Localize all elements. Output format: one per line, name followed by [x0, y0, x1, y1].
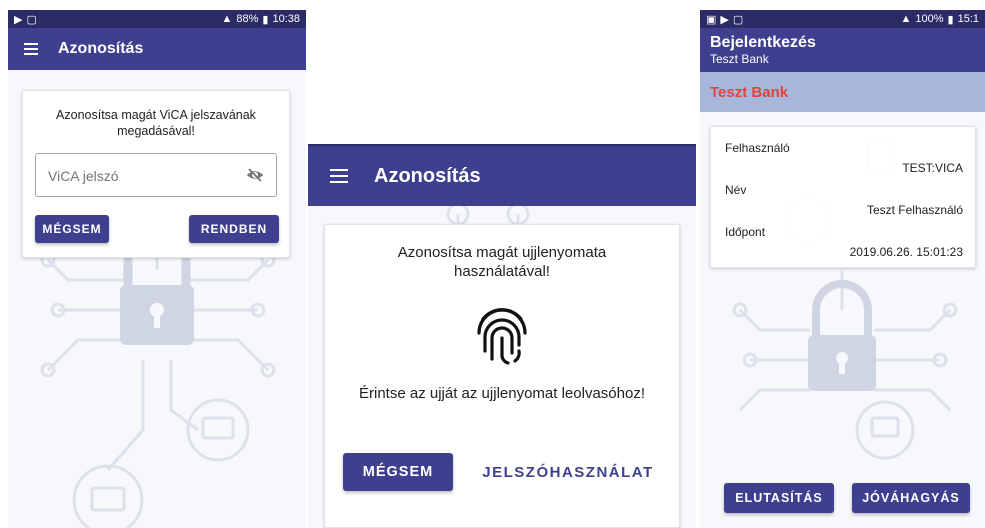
app-bar: Azonosítás: [308, 144, 696, 206]
hamburger-icon[interactable]: [330, 169, 348, 183]
password-screen: ▶ ▢ ▲ 88% ▮ 10:38 Azonosítás Azonosítsa m…: [8, 10, 306, 528]
app-bar: Azonosítás: [8, 28, 306, 70]
fingerprint-icon: [477, 308, 527, 365]
field-value-user: TEST:VICA: [902, 161, 963, 175]
fingerprint-screen: Azonosítás Azonosítsa magát ujjlenyomata…: [308, 144, 696, 528]
field-value-time: 2019.06.26. 15:01:23: [849, 245, 963, 259]
page-title: Azonosítás: [374, 164, 481, 187]
instruction-text: Érintse az ujját az ujjlenyomat leolvasó…: [359, 385, 645, 402]
password-field[interactable]: [35, 153, 277, 197]
approve-button[interactable]: JÓVÁHAGYÁS: [852, 483, 970, 513]
battery-level: 88%: [236, 13, 259, 25]
status-bar: ▶ ▢ ▲ 88% ▮ 10:38: [8, 10, 306, 28]
page-title: Azonosítás: [58, 40, 144, 57]
password-card: Azonosítsa magát ViCA jelszavának megadá…: [22, 90, 290, 258]
battery-icon: ▮: [947, 13, 954, 26]
clock: 10:38: [272, 13, 300, 25]
page-title: Bejelentkezés: [710, 34, 816, 51]
bank-strip: Teszt Bank: [700, 72, 985, 112]
ok-button[interactable]: RENDBEN: [189, 215, 279, 243]
field-label-name: Név: [725, 183, 747, 197]
play-icon: ▶: [720, 13, 729, 26]
field-label-time: Időpont: [725, 225, 766, 239]
battery-level: 100%: [915, 13, 944, 25]
screenshot-icon: ▢: [732, 13, 744, 26]
page-subtitle: Teszt Bank: [710, 52, 769, 66]
bank-name: Teszt Bank: [710, 83, 789, 101]
prompt-text: Azonosítsa magát ujjlenyomata használatá…: [397, 244, 607, 280]
status-bar: ▣ ▶ ▢ ▲ 100% ▮ 15:1: [700, 10, 985, 28]
use-password-button[interactable]: JELSZÓHASZNÁLAT: [473, 453, 663, 491]
clock: 15:1: [957, 13, 979, 25]
field-value-name: Teszt Felhasználó: [866, 203, 963, 217]
signal-icon: ▲: [900, 13, 912, 25]
eye-off-icon[interactable]: [246, 167, 264, 183]
signal-icon: ▲: [221, 13, 233, 25]
circuit-background: [40, 210, 276, 528]
fingerprint-card: Azonosítsa magát ujjlenyomata használatá…: [324, 224, 680, 528]
play-icon: ▶: [14, 13, 23, 26]
cancel-button[interactable]: MÉGSEM: [343, 453, 453, 491]
hamburger-icon[interactable]: [24, 43, 38, 55]
login-approval-screen: ▣ ▶ ▢ ▲ 100% ▮ 15:1 Bejelentkezés Teszt Ba…: [700, 10, 985, 528]
field-label-user: Felhasználó: [725, 141, 790, 155]
login-details-card: Felhasználó TEST:VICA Név Teszt Felhaszn…: [710, 126, 976, 268]
battery-icon: ▮: [262, 13, 269, 26]
password-input[interactable]: [46, 164, 220, 188]
reject-button[interactable]: ELUTASÍTÁS: [724, 483, 834, 513]
prompt-text: Azonosítsa magát ViCA jelszavának megadá…: [56, 108, 256, 138]
gallery-icon: ▣: [706, 13, 717, 26]
cancel-button[interactable]: MÉGSEM: [35, 215, 109, 243]
app-bar: Bejelentkezés Teszt Bank: [700, 28, 985, 72]
screenshot-icon: ▢: [26, 13, 37, 26]
